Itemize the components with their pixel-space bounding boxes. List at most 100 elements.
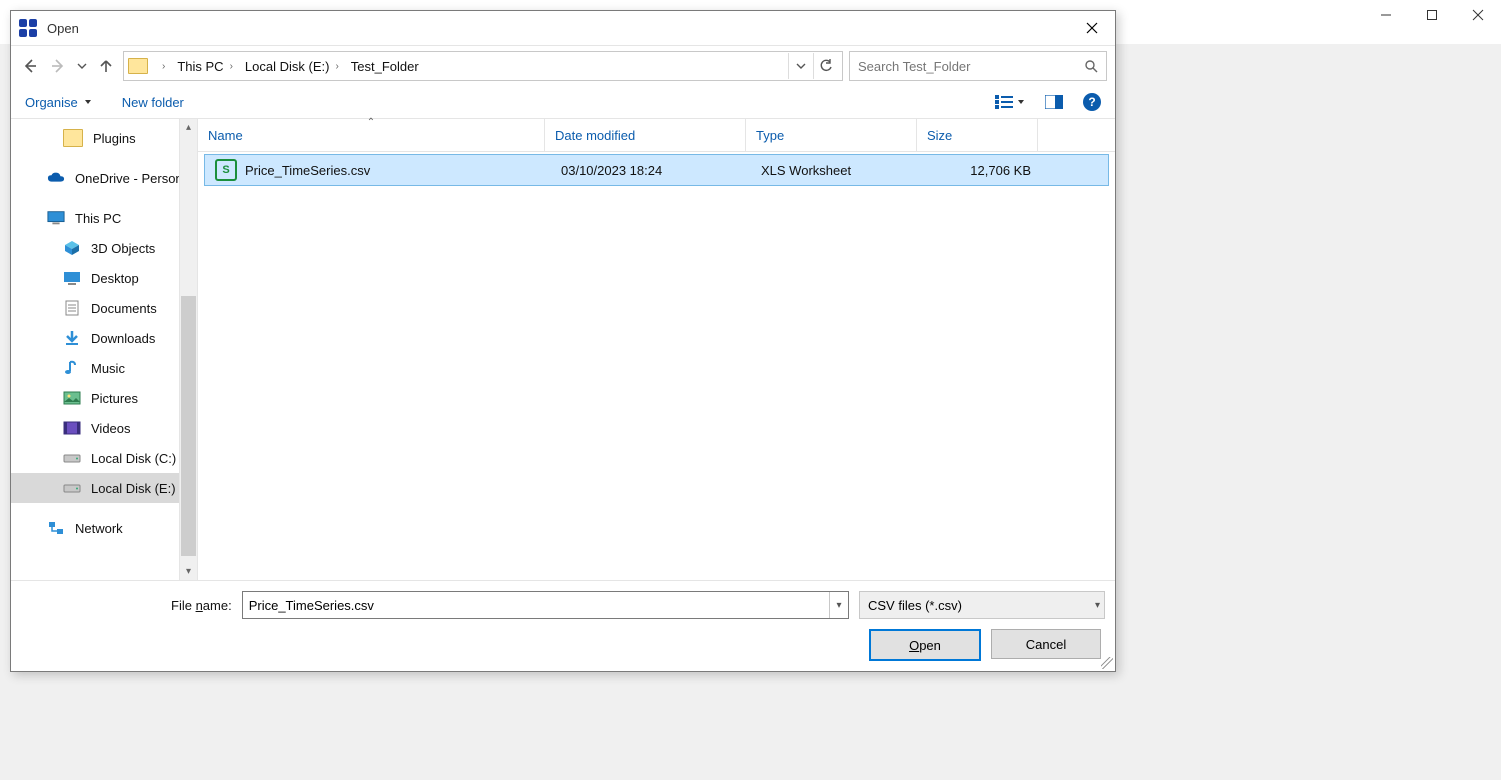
- open-button[interactable]: Open: [869, 629, 981, 661]
- column-label: Name: [208, 128, 243, 143]
- cloud-icon: [47, 170, 65, 186]
- dialog-title: Open: [47, 21, 79, 36]
- nav-recent-dropdown[interactable]: [75, 53, 89, 79]
- tree-item-music[interactable]: Music: [11, 353, 197, 383]
- tree-label: 3D Objects: [91, 241, 155, 256]
- pictures-icon: [63, 390, 81, 406]
- cancel-button[interactable]: Cancel: [991, 629, 1101, 659]
- file-date: 03/10/2023 18:24: [561, 163, 662, 178]
- breadcrumb-label: Test_Folder: [351, 59, 419, 74]
- file-name-label: File name:: [171, 598, 232, 613]
- file-name-dropdown[interactable]: ▾: [829, 592, 848, 618]
- column-header-size[interactable]: Size: [917, 119, 1038, 151]
- column-header-name[interactable]: Name ⌃: [198, 119, 545, 151]
- parent-close-button[interactable]: [1455, 0, 1501, 30]
- scroll-thumb[interactable]: [181, 296, 196, 556]
- search-icon: [1084, 59, 1098, 73]
- file-name-value: Price_TimeSeries.csv: [249, 598, 374, 613]
- main-area: Plugins OneDrive - Personal This PC: [11, 119, 1115, 580]
- file-name-input[interactable]: Price_TimeSeries.csv ▾: [242, 591, 849, 619]
- refresh-button[interactable]: [813, 53, 838, 79]
- tree-item-desktop[interactable]: Desktop: [11, 263, 197, 293]
- tree-item-onedrive[interactable]: OneDrive - Personal: [11, 163, 197, 193]
- tree-item-network[interactable]: Network: [11, 513, 197, 543]
- column-label: Type: [756, 128, 784, 143]
- dialog-close-button[interactable]: [1069, 11, 1115, 45]
- navigation-tree: Plugins OneDrive - Personal This PC: [11, 119, 198, 580]
- tree-item-downloads[interactable]: Downloads: [11, 323, 197, 353]
- file-type-filter[interactable]: CSV files (*.csv) ▾: [859, 591, 1105, 619]
- 3d-objects-icon: [63, 240, 81, 256]
- help-button[interactable]: ?: [1083, 93, 1101, 111]
- nav-forward-button[interactable]: [47, 53, 69, 79]
- bottom-panel: File name: Price_TimeSeries.csv ▾ CSV fi…: [11, 580, 1115, 671]
- organise-label: Organise: [25, 95, 78, 110]
- folder-icon: [63, 129, 83, 147]
- address-dropdown[interactable]: [788, 53, 813, 79]
- scroll-down-icon[interactable]: ▾: [180, 563, 197, 580]
- app-icon: [19, 19, 37, 37]
- parent-window-controls: [1363, 0, 1501, 30]
- tree-label: Pictures: [91, 391, 138, 406]
- file-list: Name ⌃ Date modified Type Size S Price_: [198, 119, 1115, 580]
- tree-label: Downloads: [91, 331, 155, 346]
- music-icon: [63, 360, 81, 376]
- file-name: Price_TimeSeries.csv: [245, 163, 370, 178]
- tree-label: Music: [91, 361, 125, 376]
- tree-item-3d-objects[interactable]: 3D Objects: [11, 233, 197, 263]
- file-list-header: Name ⌃ Date modified Type Size: [198, 119, 1115, 152]
- nav-row: › This PC› Local Disk (E:)› Test_Folder …: [11, 46, 1115, 86]
- tree-item-pictures[interactable]: Pictures: [11, 383, 197, 413]
- parent-minimize-button[interactable]: [1363, 0, 1409, 30]
- disk-icon: [63, 450, 81, 466]
- tree-item-plugins[interactable]: Plugins: [11, 123, 197, 153]
- tree-item-this-pc[interactable]: This PC: [11, 203, 197, 233]
- nav-back-button[interactable]: [19, 53, 41, 79]
- search-input[interactable]: Search Test_Folder: [849, 51, 1107, 81]
- tree-label: Videos: [91, 421, 131, 436]
- breadcrumb-this-pc[interactable]: This PC›: [173, 54, 237, 78]
- tree-label: Plugins: [93, 131, 136, 146]
- tree-label: Local Disk (E:): [91, 481, 176, 496]
- tree-label: OneDrive - Personal: [75, 171, 193, 186]
- tree-item-documents[interactable]: Documents: [11, 293, 197, 323]
- file-rows: S Price_TimeSeries.csv 03/10/2023 18:24 …: [198, 152, 1115, 580]
- breadcrumb-local-disk-e[interactable]: Local Disk (E:)›: [241, 54, 343, 78]
- nav-up-button[interactable]: [95, 53, 117, 79]
- breadcrumb-root-chevron[interactable]: ›: [152, 54, 169, 78]
- new-folder-button[interactable]: New folder: [122, 95, 184, 110]
- breadcrumb-label: This PC: [177, 59, 223, 74]
- parent-maximize-button[interactable]: [1409, 0, 1455, 30]
- chevron-down-icon: [84, 98, 92, 106]
- view-mode-button[interactable]: [995, 95, 1025, 109]
- chevron-down-icon: ▾: [1095, 592, 1100, 618]
- column-header-date[interactable]: Date modified: [545, 119, 746, 151]
- tree-scrollbar[interactable]: ▴ ▾: [179, 119, 197, 580]
- column-header-type[interactable]: Type: [746, 119, 917, 151]
- file-size: 12,706 KB: [970, 163, 1031, 178]
- disk-icon: [63, 480, 81, 496]
- organise-menu[interactable]: Organise: [25, 95, 92, 110]
- scroll-up-icon[interactable]: ▴: [180, 119, 197, 136]
- toolbar: Organise New folder ?: [11, 86, 1115, 119]
- tree-item-videos[interactable]: Videos: [11, 413, 197, 443]
- spreadsheet-file-icon: S: [215, 159, 237, 181]
- breadcrumb-test-folder[interactable]: Test_Folder: [347, 54, 423, 78]
- tree-label: This PC: [75, 211, 121, 226]
- chevron-down-icon: [1017, 98, 1025, 106]
- resize-grip[interactable]: [1101, 657, 1113, 669]
- address-bar[interactable]: › This PC› Local Disk (E:)› Test_Folder: [123, 51, 843, 81]
- downloads-icon: [63, 330, 81, 346]
- tree-item-local-disk-e[interactable]: Local Disk (E:): [11, 473, 197, 503]
- open-file-dialog: Open › This PC› Local Disk (E:)›: [10, 10, 1116, 672]
- folder-icon: [128, 58, 148, 74]
- search-placeholder: Search Test_Folder: [858, 59, 971, 74]
- cancel-label: Cancel: [1026, 637, 1066, 652]
- column-label: Date modified: [555, 128, 635, 143]
- file-row[interactable]: S Price_TimeSeries.csv 03/10/2023 18:24 …: [204, 154, 1109, 186]
- tree-item-local-disk-c[interactable]: Local Disk (C:): [11, 443, 197, 473]
- desktop-icon: [63, 270, 81, 286]
- new-folder-label: New folder: [122, 95, 184, 110]
- preview-pane-button[interactable]: [1045, 95, 1063, 109]
- tree-label: Local Disk (C:): [91, 451, 176, 466]
